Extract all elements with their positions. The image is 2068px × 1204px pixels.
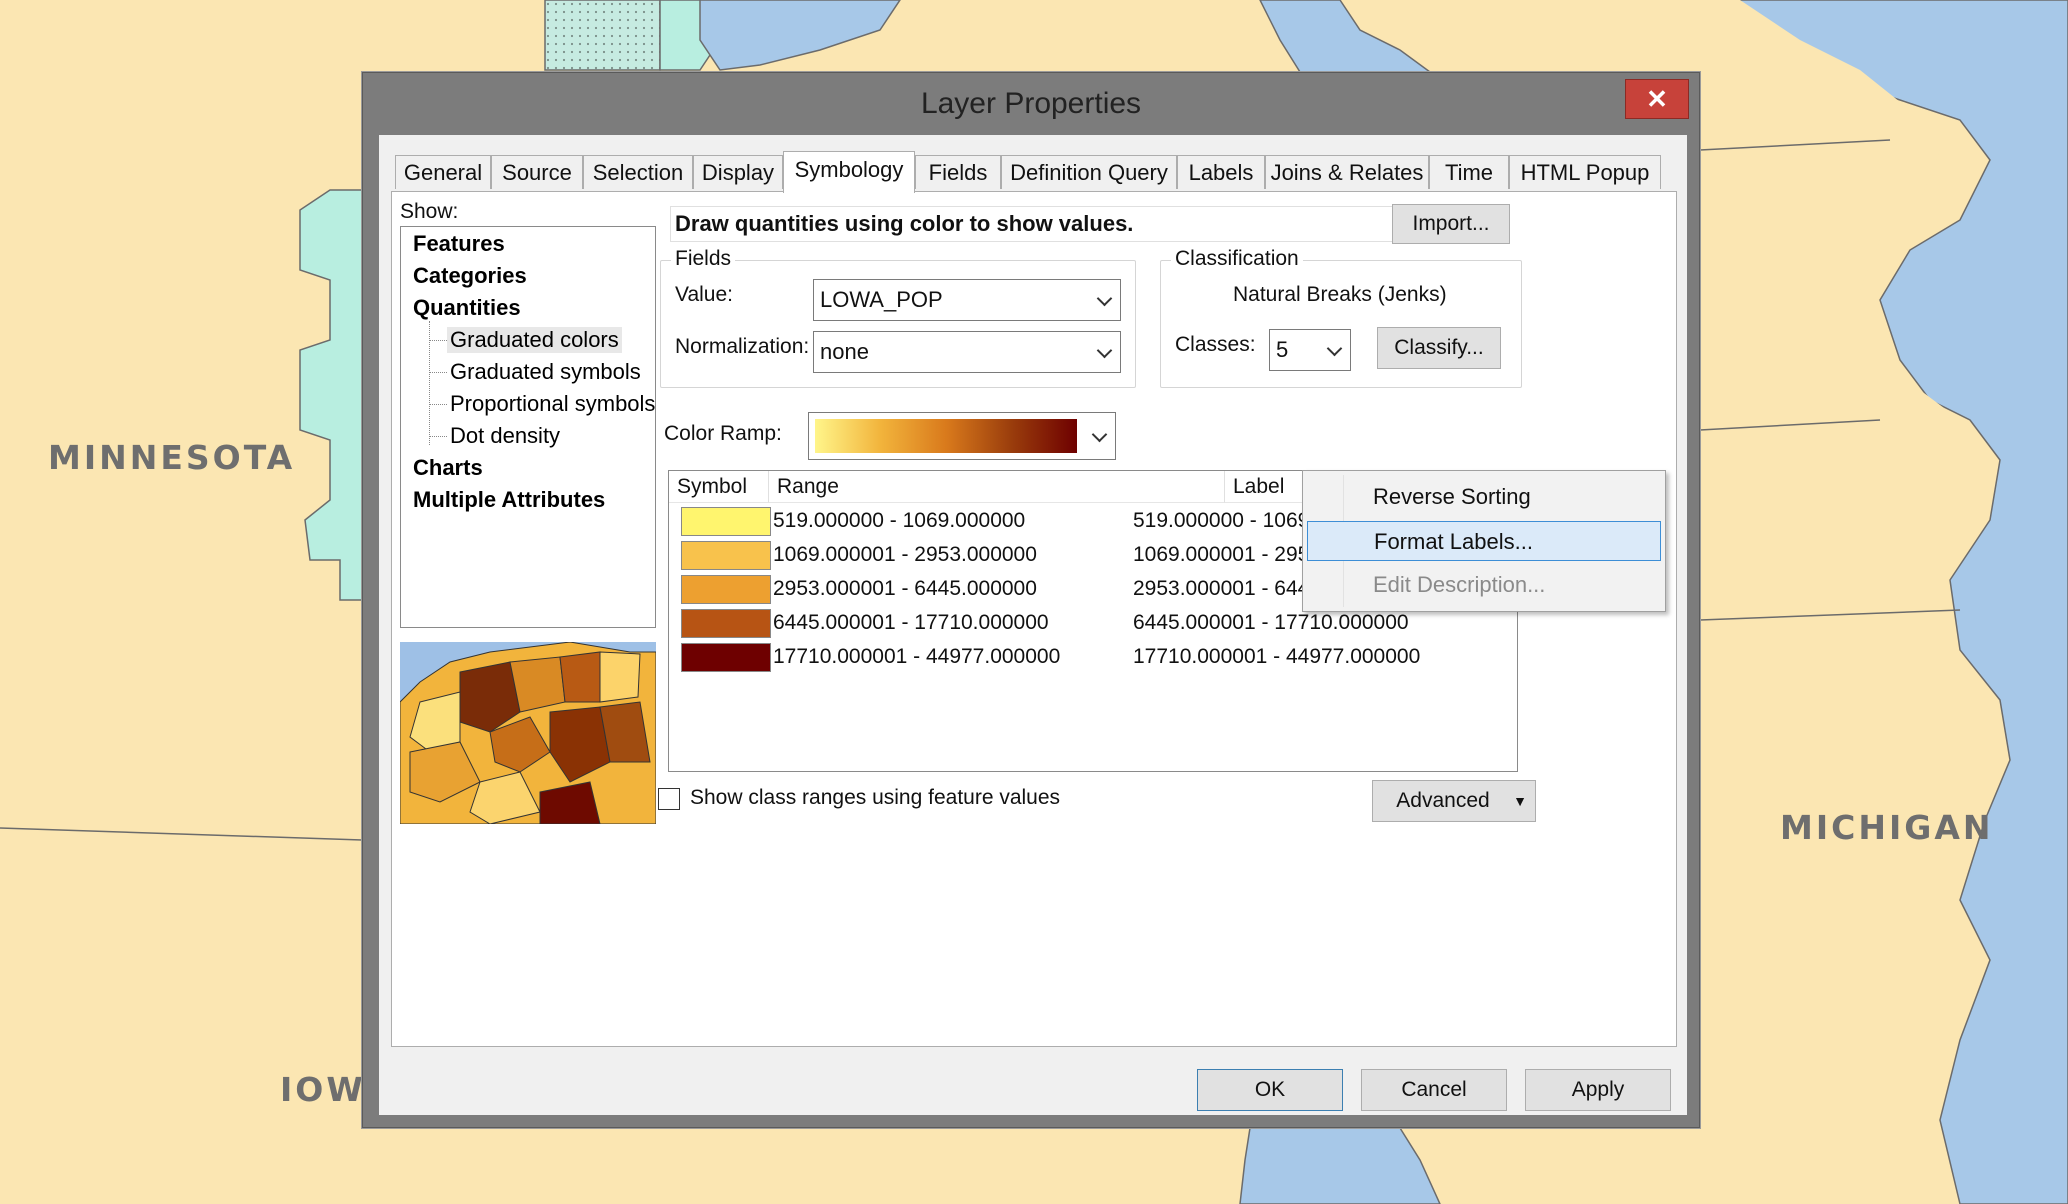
- range-cell: 519.000000 - 1069.000000: [773, 509, 1026, 532]
- range-cell: 2953.000001 - 6445.000000: [773, 577, 1037, 600]
- close-icon: ✕: [1646, 84, 1668, 114]
- preview-map-image: [400, 642, 656, 824]
- symbol-swatch[interactable]: [681, 507, 771, 536]
- tree-item-graduated-symbols[interactable]: Graduated symbols: [450, 359, 641, 385]
- label-cell: 2953.000001 - 644: [1133, 577, 1310, 600]
- map-label-minnesota: MINNESOTA: [48, 438, 296, 477]
- fields-group: Fields Value: LOWA_POP Normalization: no…: [660, 247, 1136, 388]
- tab-labels[interactable]: Labels: [1177, 155, 1265, 189]
- normalization-label: Normalization:: [675, 335, 810, 358]
- tab-general[interactable]: General: [395, 155, 491, 189]
- show-class-ranges-checkbox[interactable]: [658, 788, 680, 810]
- classes-select[interactable]: 5: [1269, 329, 1351, 371]
- value-label: Value:: [675, 283, 733, 306]
- ok-button[interactable]: OK: [1197, 1069, 1343, 1111]
- tree-connector: [429, 372, 447, 373]
- value-field-select[interactable]: LOWA_POP: [813, 279, 1121, 321]
- tree-item-charts[interactable]: Charts: [413, 455, 483, 481]
- tree-item-multiple-attributes[interactable]: Multiple Attributes: [413, 487, 605, 513]
- tab-source[interactable]: Source: [491, 155, 583, 189]
- label-cell: 1069.000001 - 295: [1133, 543, 1310, 566]
- classify-button[interactable]: Classify...: [1377, 327, 1501, 369]
- classification-group: Classification Natural Breaks (Jenks) Cl…: [1160, 247, 1522, 388]
- symbol-swatch[interactable]: [681, 609, 771, 638]
- tab-time[interactable]: Time: [1429, 155, 1509, 189]
- tab-joins-relates[interactable]: Joins & Relates: [1265, 155, 1429, 189]
- normalization-text: none: [820, 339, 869, 364]
- tab-symbology[interactable]: Symbology: [783, 151, 915, 193]
- menu-item-reverse-sorting[interactable]: Reverse Sorting: [1307, 477, 1661, 517]
- table-row[interactable]: 17710.000001 - 44977.000000 17710.000001 …: [669, 641, 1517, 675]
- color-ramp-label: Color Ramp:: [664, 422, 782, 445]
- range-cell: 6445.000001 - 17710.000000: [773, 611, 1049, 634]
- chevron-down-icon: [1096, 332, 1114, 372]
- classes-text: 5: [1276, 337, 1289, 362]
- tab-selection[interactable]: Selection: [583, 155, 693, 189]
- dialog-title: Layer Properties: [920, 87, 1142, 120]
- classification-group-title: Classification: [1171, 247, 1303, 271]
- tree-item-graduated-colors[interactable]: Graduated colors: [447, 327, 622, 353]
- chevron-down-icon: [1326, 330, 1344, 370]
- range-cell: 17710.000001 - 44977.000000: [773, 645, 1061, 668]
- tree-connector: [429, 404, 447, 405]
- dialog-body: General Source Selection Display Symbolo…: [379, 135, 1687, 1115]
- color-ramp-select[interactable]: [808, 412, 1116, 460]
- table-row[interactable]: 6445.000001 - 17710.000000 6445.000001 - …: [669, 607, 1517, 641]
- dropdown-arrow-icon: ▼: [1513, 793, 1527, 809]
- column-header-range[interactable]: Range: [769, 471, 1225, 503]
- color-ramp-swatch: [815, 419, 1077, 453]
- tab-display[interactable]: Display: [693, 155, 783, 189]
- range-cell: 1069.000001 - 2953.000000: [773, 543, 1037, 566]
- show-label: Show:: [400, 200, 459, 223]
- tab-definition-query[interactable]: Definition Query: [1001, 155, 1177, 189]
- tree-item-categories[interactable]: Categories: [413, 263, 527, 289]
- symbol-swatch[interactable]: [681, 541, 771, 570]
- label-cell: 17710.000001 - 44977.000000: [1133, 645, 1421, 668]
- advanced-button[interactable]: Advanced ▼: [1372, 780, 1536, 822]
- tab-fields[interactable]: Fields: [915, 155, 1001, 189]
- symbol-swatch[interactable]: [681, 643, 771, 672]
- tree-connector: [429, 436, 447, 437]
- tree-connector: [429, 340, 447, 341]
- value-field-text: LOWA_POP: [820, 287, 943, 312]
- normalization-select[interactable]: none: [813, 331, 1121, 373]
- chevron-down-icon: [1096, 280, 1114, 320]
- tree-item-dot-density[interactable]: Dot density: [450, 423, 560, 449]
- symbology-panel: Show: Features Categories Quantities Gra…: [391, 191, 1677, 1047]
- classification-method: Natural Breaks (Jenks): [1233, 283, 1447, 306]
- tree-item-quantities[interactable]: Quantities: [413, 295, 521, 321]
- label-cell: 519.000000 - 1069: [1133, 509, 1310, 532]
- classes-label: Classes:: [1175, 333, 1256, 356]
- cancel-button[interactable]: Cancel: [1361, 1069, 1507, 1111]
- apply-button[interactable]: Apply: [1525, 1069, 1671, 1111]
- chevron-down-icon: [1091, 413, 1109, 459]
- menu-item-format-labels[interactable]: Format Labels...: [1307, 521, 1661, 561]
- renderer-tree[interactable]: Features Categories Quantities Graduated…: [400, 226, 656, 628]
- import-button[interactable]: Import...: [1392, 204, 1510, 244]
- tree-item-proportional-symbols[interactable]: Proportional symbols: [450, 391, 655, 417]
- fields-group-title: Fields: [671, 247, 736, 271]
- map-label-michigan: MICHIGAN: [1780, 808, 1994, 847]
- tree-item-features[interactable]: Features: [413, 231, 505, 257]
- symbol-swatch[interactable]: [681, 575, 771, 604]
- advanced-button-label: Advanced: [1396, 789, 1490, 812]
- column-header-symbol[interactable]: Symbol: [669, 471, 769, 503]
- label-cell: 6445.000001 - 17710.000000: [1133, 611, 1409, 634]
- grid-context-menu: Reverse Sorting Format Labels... Edit De…: [1302, 470, 1666, 612]
- close-button[interactable]: ✕: [1625, 79, 1689, 119]
- menu-item-edit-description[interactable]: Edit Description...: [1307, 565, 1661, 605]
- show-class-ranges-label: Show class ranges using feature values: [690, 786, 1061, 809]
- tab-html-popup[interactable]: HTML Popup: [1509, 155, 1661, 189]
- renderer-description: Draw quantities using color to show valu…: [670, 206, 1402, 242]
